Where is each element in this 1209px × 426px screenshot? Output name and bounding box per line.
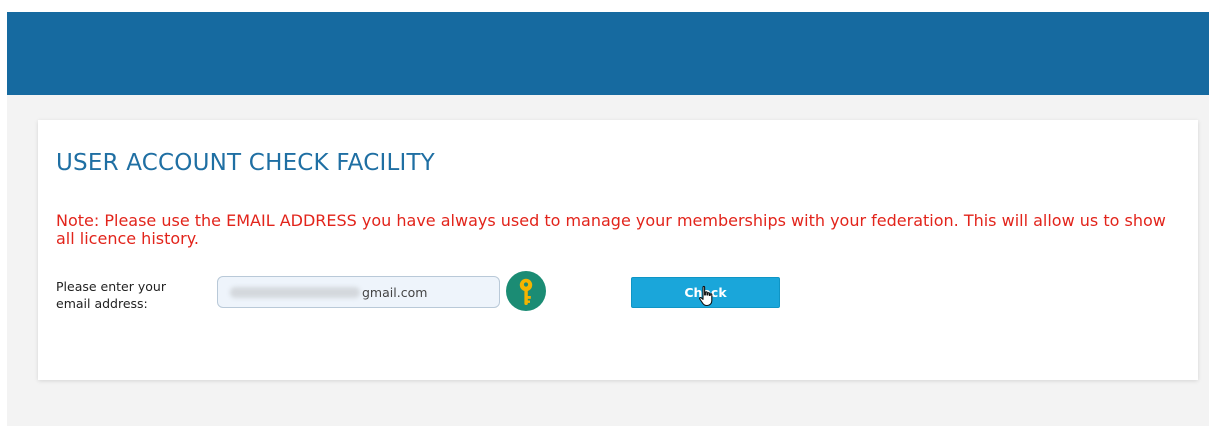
page-title: USER ACCOUNT CHECK FACILITY xyxy=(56,150,435,176)
header-bar xyxy=(7,12,1209,95)
page: USER ACCOUNT CHECK FACILITY Note: Please… xyxy=(0,0,1209,426)
hand-pointer-cursor-icon xyxy=(699,285,713,307)
email-label: Please enter your email address: xyxy=(56,279,166,311)
redacted-email-part xyxy=(230,286,360,298)
email-field-value: gmail.com xyxy=(362,284,428,300)
note-text: Note: Please use the EMAIL ADDRESS you h… xyxy=(56,211,1166,248)
email-field[interactable]: gmail.com xyxy=(217,276,500,308)
key-icon[interactable] xyxy=(506,271,546,311)
